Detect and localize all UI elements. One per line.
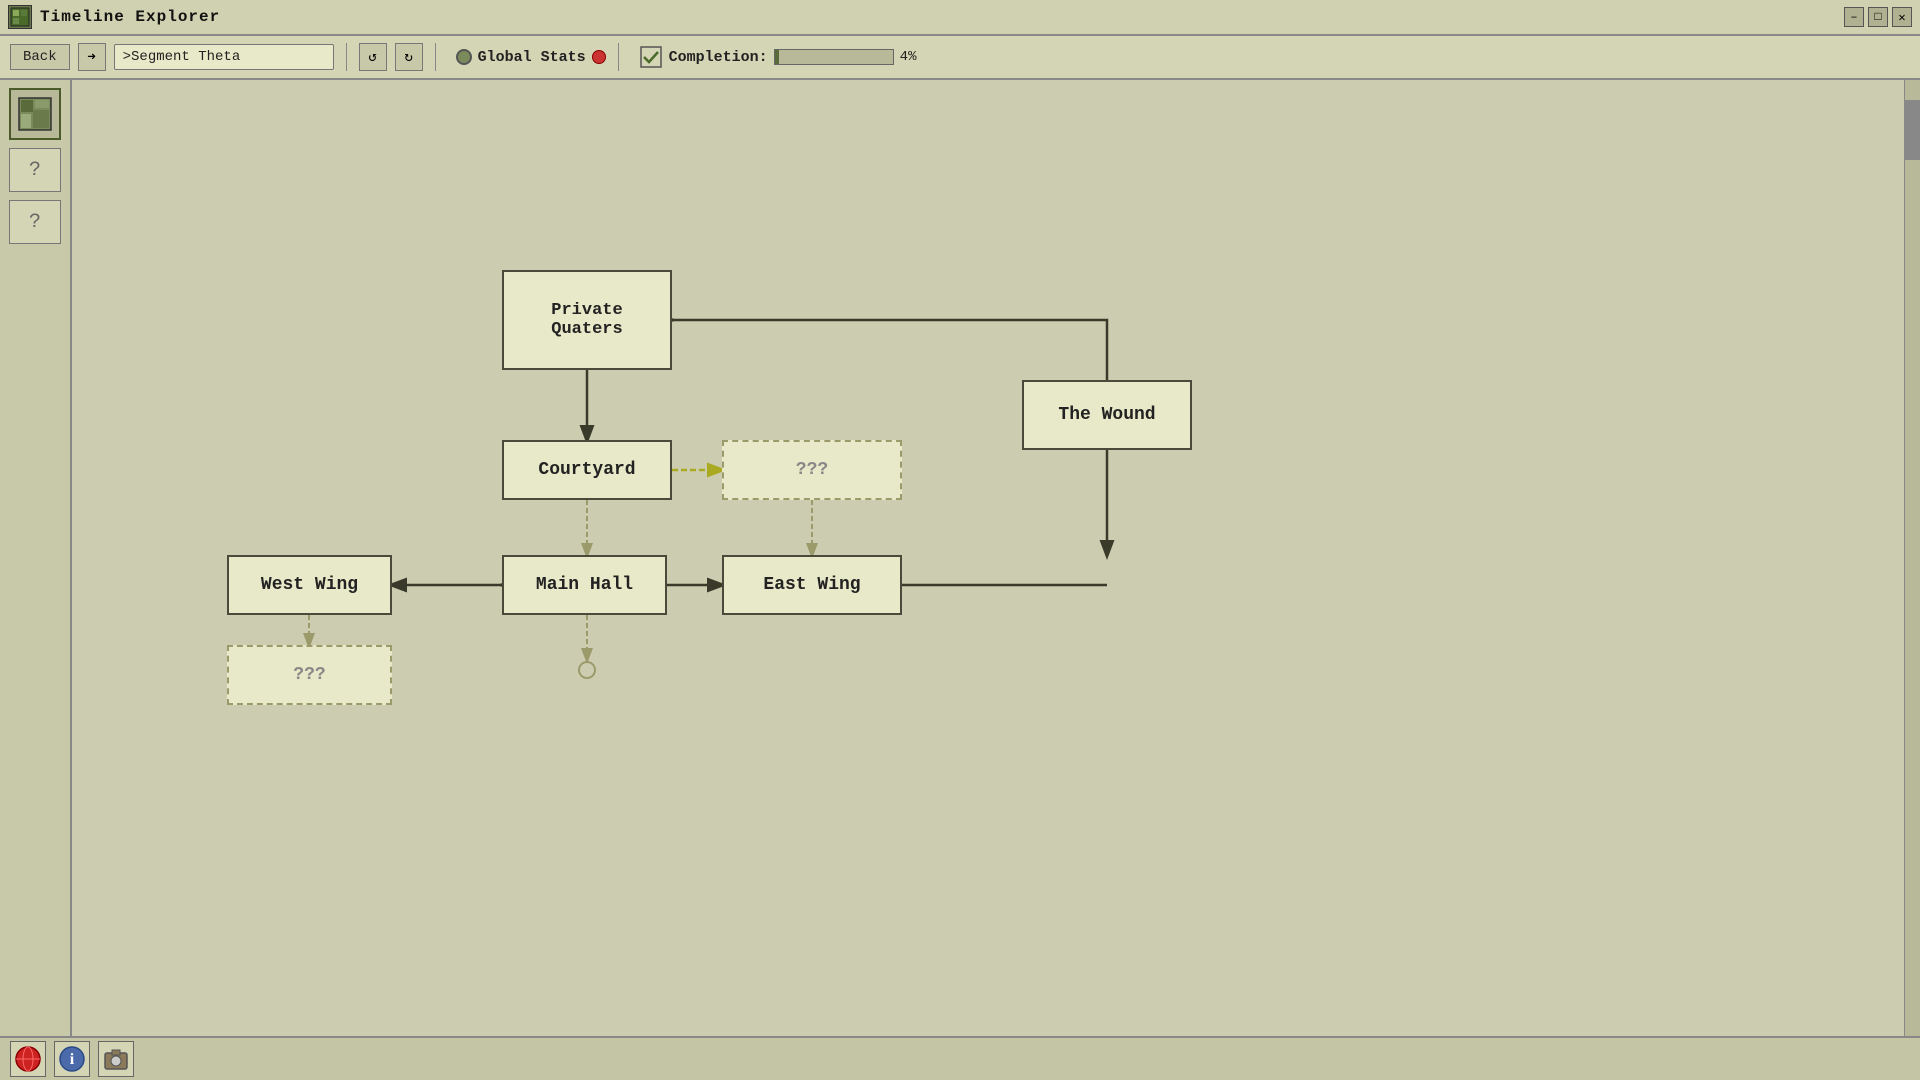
completion-label: Completion: <box>669 49 768 66</box>
completion-bar-fill <box>775 50 780 64</box>
node-unknown-bottom[interactable]: ??? <box>227 645 392 705</box>
bottom-bar: i <box>0 1036 1920 1080</box>
bottom-icon-camera[interactable] <box>98 1041 134 1077</box>
app-icon <box>8 5 32 29</box>
global-stats-area: Global Stats <box>456 49 606 66</box>
completion-area: Completion: 4% <box>639 45 917 69</box>
forward-icon[interactable]: ➜ <box>78 43 106 71</box>
node-east-wing[interactable]: East Wing <box>722 555 902 615</box>
global-stats-label[interactable]: Global Stats <box>478 49 586 66</box>
bottom-icon-globe[interactable] <box>10 1041 46 1077</box>
completion-bar <box>774 49 894 65</box>
node-the-wound[interactable]: The Wound <box>1022 380 1192 450</box>
forward2-icon[interactable]: ↻ <box>395 43 423 71</box>
node-west-wing[interactable]: West Wing <box>227 555 392 615</box>
sidebar: ? ? <box>0 80 72 1036</box>
app-title: Timeline Explorer <box>40 8 220 26</box>
maximize-button[interactable]: □ <box>1868 7 1888 27</box>
completion-percent: 4% <box>900 49 917 65</box>
back-button[interactable]: Back <box>10 44 70 70</box>
title-bar: Timeline Explorer – □ ✕ <box>0 0 1920 36</box>
check-icon <box>639 45 663 69</box>
separator-2 <box>435 43 436 71</box>
node-unknown-top[interactable]: ??? <box>722 440 902 500</box>
bottom-icon-info[interactable]: i <box>54 1041 90 1077</box>
canvas-area: PrivateQuaters Courtyard ??? The Wound W… <box>72 80 1904 1036</box>
node-main-hall[interactable]: Main Hall <box>502 555 667 615</box>
sidebar-item-unknown-2[interactable]: ? <box>9 200 61 244</box>
scrollbar-thumb[interactable] <box>1905 100 1920 160</box>
sidebar-item-unknown-1[interactable]: ? <box>9 148 61 192</box>
separator-3 <box>618 43 619 71</box>
globe-icon <box>456 49 472 65</box>
close-button[interactable]: ✕ <box>1892 7 1912 27</box>
node-private-quarters[interactable]: PrivateQuaters <box>502 270 672 370</box>
sidebar-item-map[interactable] <box>9 88 61 140</box>
svg-text:i: i <box>70 1051 75 1068</box>
minimize-button[interactable]: – <box>1844 7 1864 27</box>
record-icon <box>592 50 606 64</box>
window-controls: – □ ✕ <box>1844 7 1912 27</box>
segment-input[interactable] <box>114 44 334 70</box>
vertical-scrollbar[interactable] <box>1904 80 1920 1036</box>
separator-1 <box>346 43 347 71</box>
refresh-icon[interactable]: ↺ <box>359 43 387 71</box>
main-layout: ? ? <box>0 80 1920 1036</box>
node-courtyard[interactable]: Courtyard <box>502 440 672 500</box>
toolbar: Back ➜ ↺ ↻ Global Stats Completion: 4% <box>0 36 1920 80</box>
